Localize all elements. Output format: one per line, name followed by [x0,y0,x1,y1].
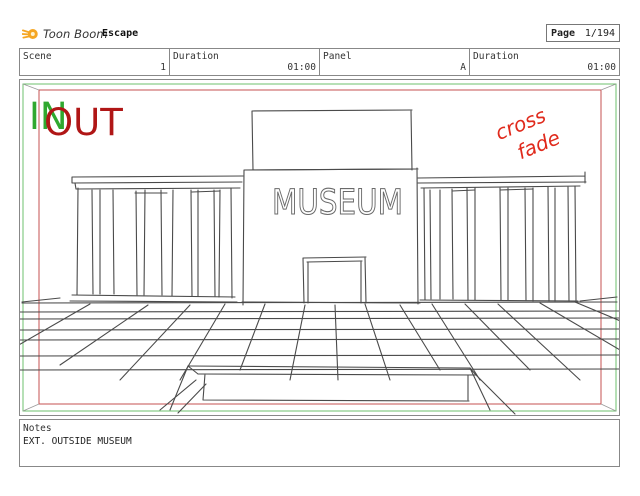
toon-boom-star-icon [22,29,38,39]
panel-info-bar: Scene 1 Duration 01:00 Panel A Duration … [19,48,620,76]
museum-sign-text: MUSEUM [272,183,403,223]
scene-duration-cell: Duration 01:00 [170,49,320,75]
brand-logo: Toon Boom [22,24,108,44]
scene-duration-label: Duration [173,51,219,62]
panel-value: A [460,62,466,73]
page-number: 1/194 [584,27,615,39]
scene-duration-value: 01:00 [287,62,316,73]
panel-label: Panel [323,51,352,62]
notes-box: Notes EXT. OUTSIDE MUSEUM [19,419,620,467]
panel-cell: Panel A [320,49,470,75]
page-label: Page [551,27,576,39]
storyboard-header: Toon Boom Escape Page 1/194 [20,24,620,44]
page-indicator: Page 1/194 [546,24,620,42]
brand-name: Toon Boom [43,27,108,41]
scene-value: 1 [160,62,166,73]
notes-label: Notes [23,423,52,434]
scene-label: Scene [23,51,52,62]
scene-cell: Scene 1 [20,49,170,75]
notes-text: EXT. OUTSIDE MUSEUM [23,436,132,447]
panel-duration-cell: Duration 01:00 [470,49,619,75]
museum-sketch: MUSEUM IN OUT cross fade [20,83,619,415]
panel-duration-value: 01:00 [587,62,616,73]
panel-duration-label: Duration [473,51,519,62]
out-marker-label: OUT [44,101,123,144]
transition-note: cross fade [492,103,564,164]
project-title: Escape [102,28,139,39]
storyboard-panel-image: MUSEUM IN OUT cross fade [19,79,620,416]
